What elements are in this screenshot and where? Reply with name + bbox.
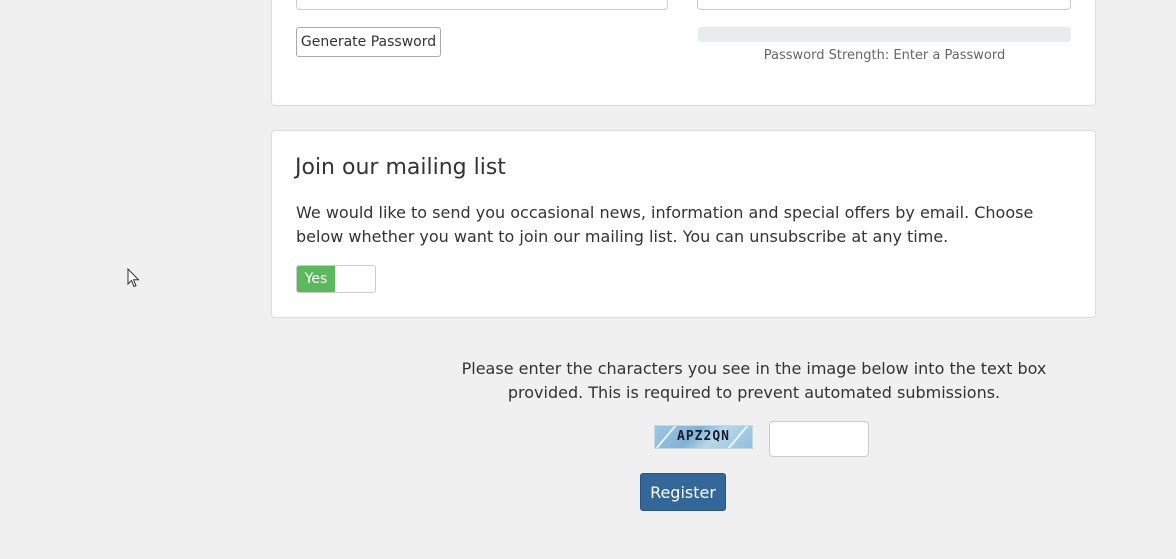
generate-password-button[interactable]: Generate Password [296, 27, 441, 57]
register-button[interactable]: Register [640, 473, 726, 511]
mailing-list-title: Join our mailing list [295, 155, 506, 180]
captcha-image: APZ2QN [654, 425, 753, 449]
mouse-cursor-icon [127, 268, 140, 288]
mailing-list-toggle[interactable]: Yes [296, 265, 376, 293]
mailing-list-description: We would like to send you occasional new… [296, 203, 1034, 246]
captcha-input[interactable] [769, 421, 869, 457]
captcha-instructions: Please enter the characters you see in t… [461, 359, 1047, 402]
confirm-password-input[interactable] [697, 0, 1071, 10]
password-input[interactable] [296, 0, 668, 10]
captcha-image-text: APZ2QN [677, 429, 730, 444]
password-strength-bar [698, 27, 1071, 42]
password-strength-label: Password Strength: Enter a Password [763, 48, 1006, 63]
toggle-yes-label: Yes [297, 266, 335, 292]
